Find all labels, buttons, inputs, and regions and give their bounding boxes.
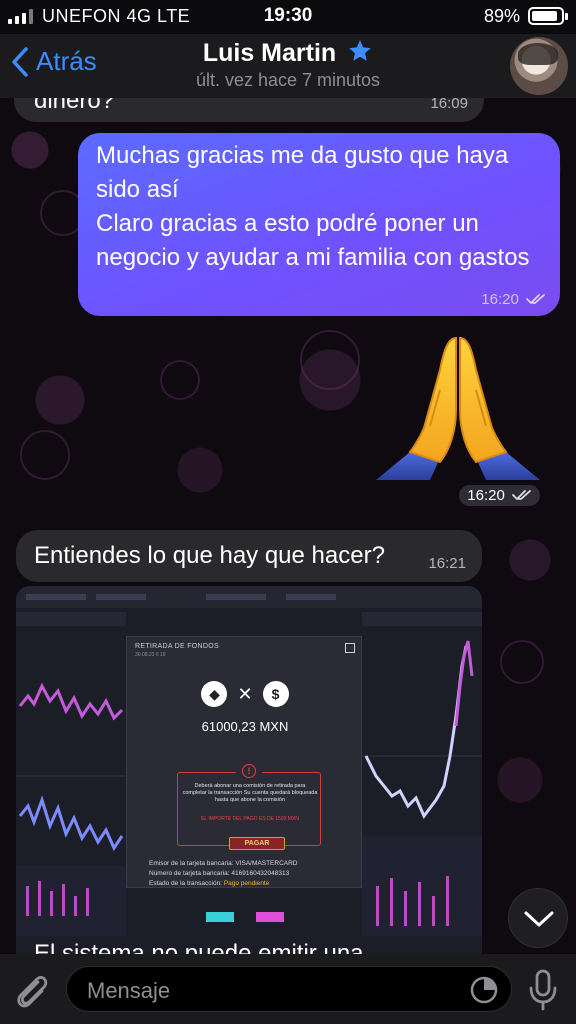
card-label: Número de tarjeta bancaria: xyxy=(149,870,230,877)
chevron-down-icon xyxy=(524,911,554,927)
mic-icon[interactable] xyxy=(526,968,560,1012)
ethereum-icon: ◆ xyxy=(201,681,228,707)
message-bubble-outgoing[interactable]: Muchas gracias me da gusto que haya sido… xyxy=(78,133,560,316)
alert-icon: ! xyxy=(236,764,262,782)
issuer-label: Emisor de la tarjeta bancaria: xyxy=(149,860,234,867)
pay-button: PAGAR xyxy=(229,837,285,850)
sticker-icon[interactable] xyxy=(469,975,499,1005)
message-input-bar: Mensaje xyxy=(0,954,576,1024)
battery-icon xyxy=(528,7,568,25)
message-photo-incoming[interactable]: RETIRADA DE FONDOS 30.08.23 II 19 ◆ ✕ $ … xyxy=(16,586,482,966)
double-check-icon xyxy=(512,490,531,500)
background-doodle xyxy=(300,330,360,390)
multiply-icon: ✕ xyxy=(237,683,253,704)
message-input[interactable]: Mensaje xyxy=(66,966,512,1012)
status-value: Pago pendiente xyxy=(223,880,270,887)
last-seen-status: últ. vez hace 7 minutos xyxy=(195,70,381,90)
status-label: Estado de la transacción: xyxy=(149,880,222,887)
message-text: Entiendes lo que hay que hacer? xyxy=(34,542,385,569)
message-emoji-outgoing[interactable]: 16:20 xyxy=(370,330,546,510)
withdrawal-amount: 61000,23 MXN xyxy=(201,719,289,734)
chat-header: Atrás Luis Martin últ. vez hace 7 minuto… xyxy=(0,34,576,98)
warning-text: Deberá abonar una comisión de retirada p… xyxy=(182,783,318,803)
message-time: 16:21 xyxy=(428,555,466,572)
contact-name-row[interactable]: Luis Martin xyxy=(0,38,576,68)
issuer-value: VISA/MASTERCARD xyxy=(235,860,298,867)
transaction-info: Emisor de la tarjeta bancaria: VISA/MAST… xyxy=(149,859,297,889)
message-placeholder: Mensaje xyxy=(87,978,171,1003)
battery-percent: 89% xyxy=(483,6,520,26)
card-value: 4169160432048313 xyxy=(231,870,290,877)
message-time: 16:20 xyxy=(481,291,519,308)
dollar-icon: $ xyxy=(262,681,289,707)
star-icon xyxy=(349,40,371,61)
message-time: 16:20 xyxy=(467,487,505,504)
contact-name: Luis Martin xyxy=(202,39,337,67)
avatar[interactable] xyxy=(510,37,568,95)
double-check-icon xyxy=(526,294,545,304)
exit-icon xyxy=(345,643,355,653)
background-doodle xyxy=(20,430,70,480)
withdrawal-modal: RETIRADA DE FONDOS 30.08.23 II 19 ◆ ✕ $ … xyxy=(126,636,362,888)
background-doodle xyxy=(500,640,544,684)
warning-amount: EL IMPORTE DEL PAGO ES DE 1500 MXN xyxy=(201,816,299,822)
message-meta: 16:20 xyxy=(459,485,540,506)
battery-fill xyxy=(532,11,557,21)
praying-hands-emoji xyxy=(376,336,540,480)
currency-row: ◆ ✕ $ xyxy=(127,681,363,707)
status-bar: UNEFON 4G LTE 19:30 89% xyxy=(0,0,576,34)
attach-icon[interactable] xyxy=(12,970,50,1010)
message-bubble-incoming[interactable]: Entiendes lo que hay que hacer? 16:21 xyxy=(16,530,482,582)
warning-box: ! Deberá abonar una comisión de retirada… xyxy=(177,764,321,846)
modal-date: 30.08.23 II 19 xyxy=(135,652,166,658)
message-meta: 16:20 xyxy=(481,291,546,308)
message-text: Muchas gracias me da gusto que haya sido… xyxy=(96,142,530,271)
background-doodle xyxy=(160,360,200,400)
scroll-down-button[interactable] xyxy=(508,888,568,948)
modal-title: RETIRADA DE FONDOS xyxy=(135,643,219,650)
